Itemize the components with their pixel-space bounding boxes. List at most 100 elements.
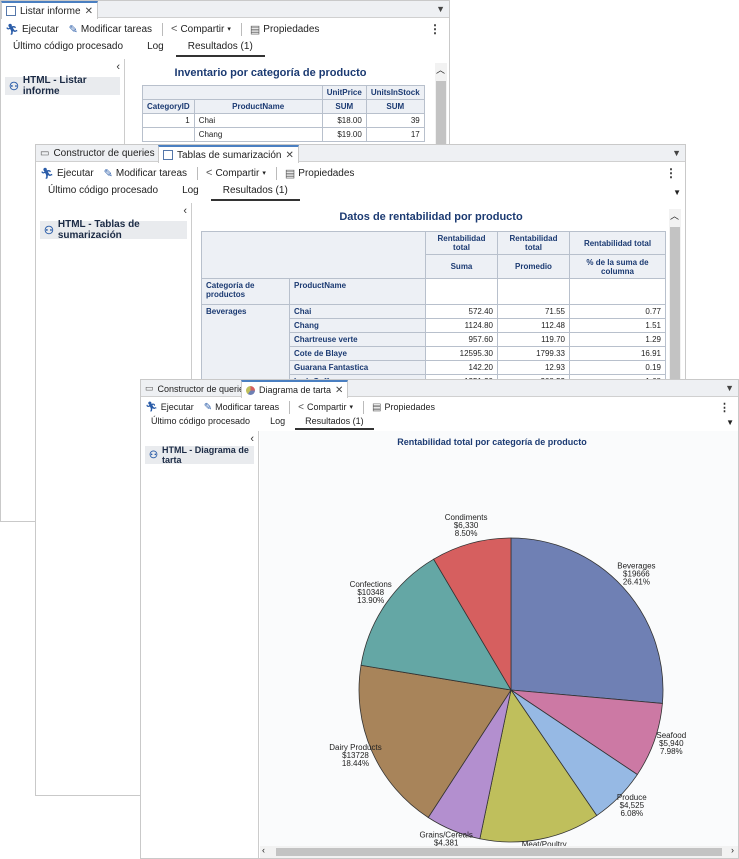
- tab-query-builder[interactable]: ▭ Constructor de queries: [36, 145, 159, 162]
- chevron-left-icon[interactable]: ‹: [183, 205, 187, 217]
- header-blank: [142, 85, 323, 100]
- tab-log[interactable]: Log: [260, 414, 295, 430]
- tab-listar-informe[interactable]: Listar informe ✕: [1, 1, 98, 19]
- run-icon: 🏃︎: [145, 401, 158, 413]
- cell: Chai: [193, 113, 323, 128]
- tab-last-code[interactable]: Último código procesado: [1, 39, 135, 57]
- run-label: Ejecutar: [160, 402, 194, 412]
- chevron-left-icon[interactable]: ‹: [116, 61, 120, 73]
- share-button[interactable]: < Compartir ▾: [171, 23, 231, 35]
- chevron-down-icon[interactable]: ▼: [436, 1, 445, 18]
- query-icon: ▭: [145, 383, 154, 393]
- tab-query-builder[interactable]: ▭ Constructor de queries: [141, 380, 253, 397]
- tab-pie-chart[interactable]: Diagrama de tarta ✕: [241, 380, 349, 398]
- stat-header: Promedio: [497, 254, 570, 279]
- tab-results[interactable]: Resultados (1): [295, 414, 374, 430]
- toolbar-divider: [197, 166, 199, 180]
- results-sidebar: ‹ ⚇ HTML - Diagrama de tarta: [141, 431, 259, 858]
- properties-button[interactable]: ▤ Propiedades: [285, 167, 355, 180]
- toolbar-divider: [162, 22, 164, 36]
- scroll-thumb[interactable]: [436, 81, 446, 151]
- sidebar-item-html-report[interactable]: ⚇ HTML - Tablas de sumarización: [40, 219, 187, 241]
- pie-chart-icon: [246, 385, 255, 395]
- horizontal-scrollbar[interactable]: ‹ ›: [260, 845, 738, 858]
- stat-header: SUM: [365, 99, 425, 114]
- cell: 12595.30: [425, 346, 498, 361]
- tab-log[interactable]: Log: [135, 39, 176, 57]
- properties-button[interactable]: ▤ Propiedades: [250, 23, 320, 36]
- share-label: Compartir: [215, 167, 260, 179]
- html-output-icon: ⚇: [149, 449, 158, 461]
- cell: [142, 127, 195, 142]
- more-options-icon[interactable]: ⋮: [665, 166, 677, 180]
- cell: Chang: [193, 127, 323, 142]
- tab-label: Listar informe: [20, 5, 81, 17]
- cell: 71.55: [497, 304, 570, 319]
- more-options-icon[interactable]: ⋮: [429, 22, 441, 36]
- cell: $19.00: [321, 127, 367, 142]
- share-button[interactable]: < Compartir ▾: [298, 402, 353, 413]
- cell: 1.51: [569, 318, 666, 333]
- scroll-left-icon[interactable]: ‹: [262, 845, 265, 855]
- chevron-down-icon[interactable]: ▼: [672, 145, 681, 162]
- share-button[interactable]: < Compartir ▾: [206, 167, 266, 179]
- modify-tasks-button[interactable]: ✎ Modificar tareas: [204, 402, 279, 413]
- chart-title: Rentabilidad total por categoría de prod…: [397, 437, 587, 447]
- chevron-down-icon[interactable]: ▼: [726, 418, 734, 427]
- sidebar-item-html-report[interactable]: ⚇ HTML - Listar informe: [5, 75, 120, 97]
- tab-last-code[interactable]: Último código procesado: [36, 183, 170, 201]
- modify-tasks-button[interactable]: ✎ Modificar tareas: [69, 23, 152, 36]
- pencil-icon: ✎: [103, 167, 113, 180]
- header-blank: [201, 231, 426, 279]
- run-button[interactable]: 🏃︎ Ejecutar: [145, 402, 194, 413]
- properties-button[interactable]: ▤ Propiedades: [372, 402, 435, 413]
- toolbar-divider: [240, 22, 242, 36]
- caret-down-icon: ▾: [349, 404, 354, 411]
- sidebar-item-label: HTML - Diagrama de tarta: [161, 445, 249, 465]
- scroll-thumb[interactable]: [670, 227, 680, 387]
- run-icon: 🏃︎: [40, 167, 54, 180]
- close-icon[interactable]: ✕: [335, 385, 343, 396]
- modify-label: Modificar tareas: [115, 167, 188, 179]
- subtabs: Último código procesado Log Resultados (…: [36, 183, 685, 201]
- cell: 1799.33: [497, 346, 570, 361]
- chevron-left-icon[interactable]: ‹: [250, 433, 254, 445]
- scroll-up-icon[interactable]: ︿: [670, 209, 679, 222]
- caret-down-icon: ▾: [227, 26, 231, 33]
- table-row: Beverages Chai 572.40 71.55 0.77: [201, 304, 666, 389]
- cell: $18.00: [321, 113, 367, 128]
- tab-results[interactable]: Resultados (1): [210, 183, 300, 201]
- modify-tasks-button[interactable]: ✎ Modificar tareas: [104, 167, 187, 180]
- cell: [569, 278, 666, 305]
- run-button[interactable]: 🏃︎ Ejecutar: [40, 167, 94, 180]
- chevron-down-icon[interactable]: ▼: [725, 380, 734, 397]
- tab-bar: Listar informe ✕ ▼: [1, 1, 449, 19]
- pie-chart: Rentabilidad total por categoría de prod…: [329, 437, 686, 858]
- tab-summary-tables[interactable]: Tablas de sumarización ✕: [158, 145, 299, 163]
- tab-log[interactable]: Log: [170, 183, 211, 201]
- tab-last-code[interactable]: Último código procesado: [141, 414, 260, 430]
- close-icon[interactable]: ✕: [286, 150, 294, 161]
- product-cell: Cote de Blaye: [289, 346, 426, 361]
- scroll-right-icon[interactable]: ›: [731, 845, 734, 855]
- sidebar-item-label: HTML - Listar informe: [22, 75, 87, 97]
- report-title: Datos de rentabilidad por producto: [339, 211, 523, 223]
- properties-label: Propiedades: [263, 23, 320, 35]
- chevron-down-icon[interactable]: ▼: [673, 188, 681, 197]
- stat-header: Suma: [425, 254, 498, 279]
- tab-results[interactable]: Resultados (1): [175, 39, 265, 57]
- scroll-thumb[interactable]: [276, 848, 722, 856]
- tab-label: Diagrama de tarta: [259, 385, 332, 395]
- cell: 1: [142, 113, 195, 128]
- cell: 1124.80: [425, 318, 498, 333]
- sidebar-item-html-report[interactable]: ⚇ HTML - Diagrama de tarta: [145, 445, 254, 465]
- scroll-up-icon[interactable]: ︿: [436, 63, 445, 76]
- more-options-icon[interactable]: ⋮: [719, 401, 730, 414]
- product-cell: Chang: [289, 318, 426, 333]
- run-button[interactable]: 🏃︎ Ejecutar: [5, 23, 59, 36]
- toolbar-divider: [289, 400, 291, 414]
- slice-label: Produce $4,525 6.08%: [617, 793, 647, 818]
- close-icon[interactable]: ✕: [85, 6, 93, 17]
- pencil-icon: ✎: [203, 401, 213, 413]
- cell: 16.91: [569, 346, 666, 361]
